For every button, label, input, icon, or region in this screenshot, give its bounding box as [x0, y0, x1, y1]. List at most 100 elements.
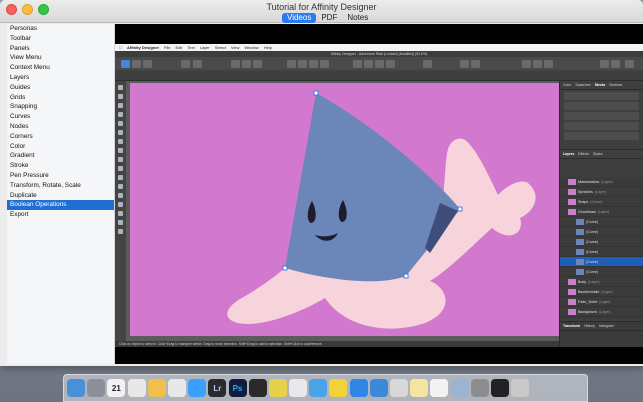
panel-tab: Color	[563, 83, 572, 87]
layer-row: Background (Layer)	[560, 307, 643, 317]
photos-icon[interactable]	[147, 379, 166, 397]
tab-notes[interactable]: Notes	[342, 13, 373, 23]
stroke-panel-tabs: Color Swatches Stroke Brushes	[560, 81, 643, 90]
video-player[interactable]:  Affinity Designer FileEditTextLayerSel…	[115, 24, 643, 364]
panel-tab: Effects	[578, 152, 589, 156]
cyberduck-icon[interactable]	[329, 379, 348, 397]
folder2-icon[interactable]	[450, 379, 469, 397]
sidebar-item[interactable]: Export	[7, 210, 114, 220]
layer-thumbnail	[576, 269, 584, 275]
tool-icon	[118, 202, 123, 207]
sidebar-item[interactable]: Personas	[7, 24, 114, 34]
ghost-illustration	[227, 90, 536, 329]
sidebar-item[interactable]: Corners	[7, 132, 114, 142]
lightroom-icon[interactable]: Lr	[208, 379, 227, 397]
layer-thumbnail	[568, 189, 576, 195]
video-app-menubar:  Affinity Designer FileEditTextLayerSel…	[115, 44, 643, 51]
sidebar-item[interactable]: Snapping	[7, 102, 114, 112]
tool-icon	[118, 103, 123, 108]
apple-icon: 	[119, 44, 122, 51]
app-store-icon[interactable]	[349, 379, 368, 397]
layer-name: Body	[578, 280, 587, 284]
launchpad-icon[interactable]	[87, 379, 106, 397]
dock: 21 Lr Ps	[63, 374, 588, 402]
tool-icon	[118, 121, 123, 126]
video-app-toolbar	[115, 57, 643, 81]
align-right-icon	[375, 60, 384, 68]
tab-videos[interactable]: Videos	[282, 13, 317, 23]
tools-panel	[115, 81, 126, 341]
sidebar-item[interactable]: Guides	[7, 83, 114, 93]
sidebar-item[interactable]: View Menu	[7, 53, 114, 63]
snapping-icon	[423, 60, 432, 68]
trash-icon[interactable]	[511, 379, 530, 397]
sidebar-item[interactable]: Context Menu	[7, 63, 114, 73]
tab-pdf[interactable]: PDF	[316, 13, 342, 23]
sidebar-item[interactable]: Curves	[7, 112, 114, 122]
sidebar-item[interactable]: Grids	[7, 93, 114, 103]
activity-monitor-icon[interactable]	[268, 379, 287, 397]
app-window: Tutorial for Affinity Designer Videos PD…	[0, 0, 643, 366]
status-bar: Click an object to select it. Click+Drag…	[115, 341, 559, 347]
sidebar-item[interactable]: Duplicate	[7, 191, 114, 201]
tool-icon	[118, 193, 123, 198]
notes-icon[interactable]	[410, 379, 429, 397]
boolean-divide-icon	[320, 60, 329, 68]
sidebar-item[interactable]: Gradient	[7, 151, 114, 161]
pixel-persona-icon	[132, 60, 141, 68]
layer-name: Sprinkles	[578, 190, 593, 194]
files-icon[interactable]	[390, 379, 408, 397]
align-center-icon	[364, 60, 373, 68]
pages-icon[interactable]	[430, 379, 449, 397]
app-menu-item: File	[161, 45, 170, 50]
node-handle[interactable]	[313, 90, 319, 96]
system-preferences-icon[interactable]	[470, 379, 489, 397]
sidebar-item[interactable]: Toolbar	[7, 34, 114, 44]
node-handle[interactable]	[282, 265, 288, 271]
layer-name: (Curve)	[586, 270, 598, 274]
layer-thumbnail	[568, 309, 576, 315]
itunes-icon[interactable]	[167, 379, 186, 397]
terminal-icon[interactable]	[248, 379, 267, 397]
document-setup-icon	[181, 60, 190, 68]
layer-thumbnail	[576, 219, 584, 225]
tool-icon	[118, 94, 123, 99]
layer-row: Sprinkles (Layer)	[560, 187, 643, 197]
sidebar-item[interactable]: Transform, Rotate, Scale	[7, 181, 114, 191]
layer-thumbnail	[568, 199, 576, 205]
sidebar-item[interactable]: Boolean Operations	[7, 200, 114, 211]
xcode-icon[interactable]	[369, 379, 388, 397]
panel-tab: Layers	[563, 152, 575, 156]
finder-icon[interactable]	[67, 379, 85, 397]
layer-type: (Layer)	[594, 190, 607, 194]
assistant-icon	[193, 60, 202, 68]
sidebar-item[interactable]: Stroke	[7, 161, 114, 171]
photoshop-icon[interactable]: Ps	[228, 379, 247, 397]
node-handle[interactable]	[403, 273, 409, 279]
chart-icon[interactable]	[289, 379, 308, 397]
calendar-icon[interactable]: 21	[107, 379, 126, 397]
layer-name: (Curve)	[586, 230, 598, 234]
sidebar-item[interactable]: Layers	[7, 73, 114, 83]
chrome-icon[interactable]	[127, 379, 146, 397]
layer-thumbnail	[568, 179, 576, 185]
layer-name: (Curve)	[586, 260, 598, 264]
layer-name: Fade_Violet	[578, 300, 598, 304]
layer-row: Body (Layer)	[560, 277, 643, 287]
arrange-icon	[231, 60, 240, 68]
tutorial-app-icon[interactable]	[490, 379, 509, 397]
sidebar-item[interactable]: Nodes	[7, 122, 114, 132]
tool-icon	[118, 85, 123, 90]
node-handle[interactable]	[457, 206, 463, 212]
folder-icon[interactable]	[309, 379, 328, 397]
sidebar-item[interactable]: Color	[7, 142, 114, 152]
messages-icon[interactable]	[188, 379, 207, 397]
layer-row: Backlemosite (Layer)	[560, 287, 643, 297]
layer-row: (Curve)	[560, 267, 643, 277]
sidebar-item[interactable]: Panels	[7, 44, 114, 54]
layer-thumbnail	[568, 299, 576, 305]
tool-icon	[118, 229, 123, 234]
sidebar-item[interactable]: Pen Pressure	[7, 171, 114, 181]
layer-name: Backlemosite	[578, 290, 600, 294]
view-tabs: Videos PDF Notes	[282, 13, 373, 23]
